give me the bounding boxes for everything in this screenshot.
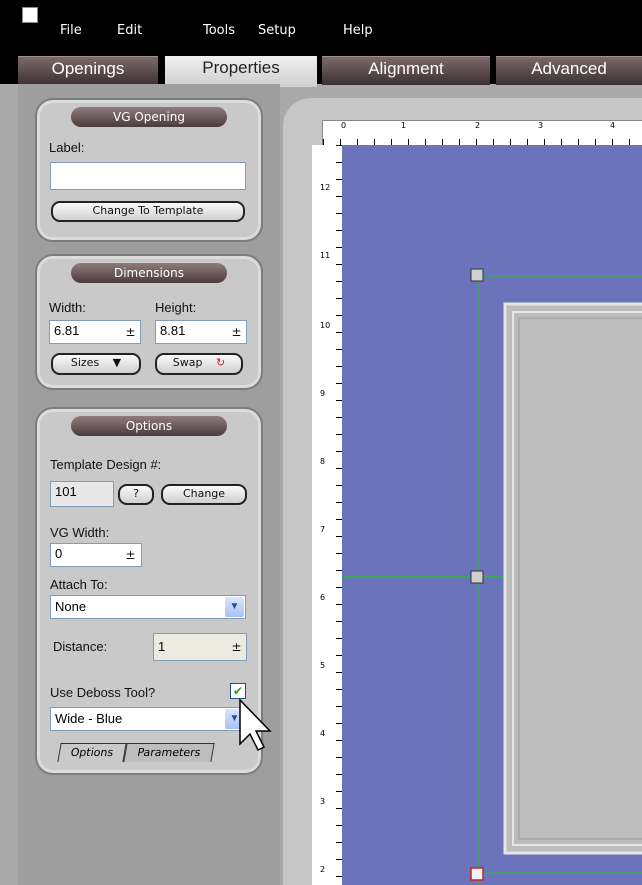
resize-handle[interactable] (470, 570, 484, 584)
resize-handle[interactable] (470, 268, 484, 282)
cursor-arrow-icon (239, 698, 272, 752)
opening-artwork (239, 268, 642, 885)
inner-bevel (518, 317, 642, 840)
resize-handle[interactable] (470, 867, 484, 881)
